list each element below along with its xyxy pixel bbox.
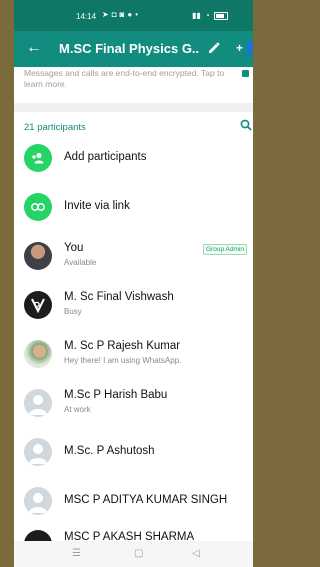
dot-icon: • xyxy=(135,10,139,19)
recents-menu-icon[interactable]: ☰ xyxy=(72,548,81,559)
participant-row[interactable]: MSC P ADITYA KUMAR SINGH xyxy=(14,477,253,525)
add-person-icon[interactable]: +👤 xyxy=(236,41,253,55)
participant-status: Hey there! I am using WhatsApp. xyxy=(64,356,182,365)
participant-name: M. Sc P Rajesh Kumar xyxy=(64,340,181,352)
default-avatar-icon xyxy=(24,389,52,417)
invite-via-link-button[interactable]: Invite via link xyxy=(14,183,253,231)
status-time: 14:14 xyxy=(76,12,97,21)
notification-icons: ➤ ◘ ◙ ● • xyxy=(102,11,138,19)
phone-screen: 14:14 ➤ ◘ ◙ ● • ▮▮ ◔ ← M.SC Final Physic… xyxy=(14,0,253,567)
add-person-icon xyxy=(24,144,52,172)
participant-status: Busy xyxy=(64,307,82,316)
group-admin-badge: Group Admin xyxy=(203,244,247,255)
default-avatar-icon xyxy=(24,487,52,515)
system-nav-bar: ☰ ▢ ◁ xyxy=(14,541,253,567)
navigation-arrow-icon: ➤ xyxy=(102,10,109,19)
system-icons: ▮▮ ◔ xyxy=(192,11,228,20)
avatar xyxy=(24,340,52,368)
back-triangle-icon[interactable]: ◁ xyxy=(192,548,200,559)
participant-row[interactable]: M.Sc. P Ashutosh xyxy=(14,428,253,476)
wifi-icon: ◔ xyxy=(204,11,210,20)
back-arrow-icon[interactable]: ← xyxy=(26,39,42,57)
add-participants-button[interactable]: Add participants xyxy=(14,134,253,182)
participant-row[interactable]: You Available Group Admin xyxy=(14,232,253,280)
edit-pencil-icon[interactable] xyxy=(207,40,220,54)
encryption-text: Messages and calls are end-to-end encryp… xyxy=(24,68,225,89)
participant-name: M.Sc. P Ashutosh xyxy=(64,445,155,457)
search-icon[interactable] xyxy=(240,119,252,131)
participant-row[interactable]: M.Sc P Harish Babu At work xyxy=(14,379,253,427)
invite-via-link-label: Invite via link xyxy=(64,200,130,212)
encryption-notice[interactable]: Messages and calls are end-to-end encryp… xyxy=(14,67,253,103)
lock-icon xyxy=(242,70,249,77)
app-notification-icon: ◘ xyxy=(111,10,117,19)
section-divider xyxy=(14,103,253,112)
participant-name: M.Sc P Harish Babu xyxy=(64,389,168,401)
app-notification-icon: ◙ xyxy=(119,10,125,19)
status-bar: 14:14 ➤ ◘ ◙ ● • ▮▮ ◔ xyxy=(14,0,253,31)
participants-count: 21 participants xyxy=(24,122,86,133)
participant-row[interactable]: M. Sc Final Vishwash Busy xyxy=(14,281,253,329)
avatar xyxy=(24,242,52,270)
avatar xyxy=(24,291,52,319)
participant-name: You xyxy=(64,242,84,254)
signal-icon: ▮▮ xyxy=(192,11,201,20)
participant-name: M. Sc Final Vishwash xyxy=(64,291,174,303)
app-notification-icon: ● xyxy=(127,10,133,19)
participant-name: MSC P ADITYA KUMAR SINGH xyxy=(64,494,228,506)
link-icon xyxy=(24,193,52,221)
participant-status: At work xyxy=(64,405,91,414)
home-square-icon[interactable]: ▢ xyxy=(134,548,143,559)
battery-icon xyxy=(213,12,228,20)
participant-status: Available xyxy=(64,258,97,267)
participant-row[interactable]: M. Sc P Rajesh Kumar Hey there! I am usi… xyxy=(14,330,253,378)
group-title[interactable]: M.SC Final Physics G... xyxy=(59,41,199,56)
app-bar: ← M.SC Final Physics G... +👤 xyxy=(14,31,253,67)
add-participants-label: Add participants xyxy=(64,151,147,163)
default-avatar-icon xyxy=(24,438,52,466)
